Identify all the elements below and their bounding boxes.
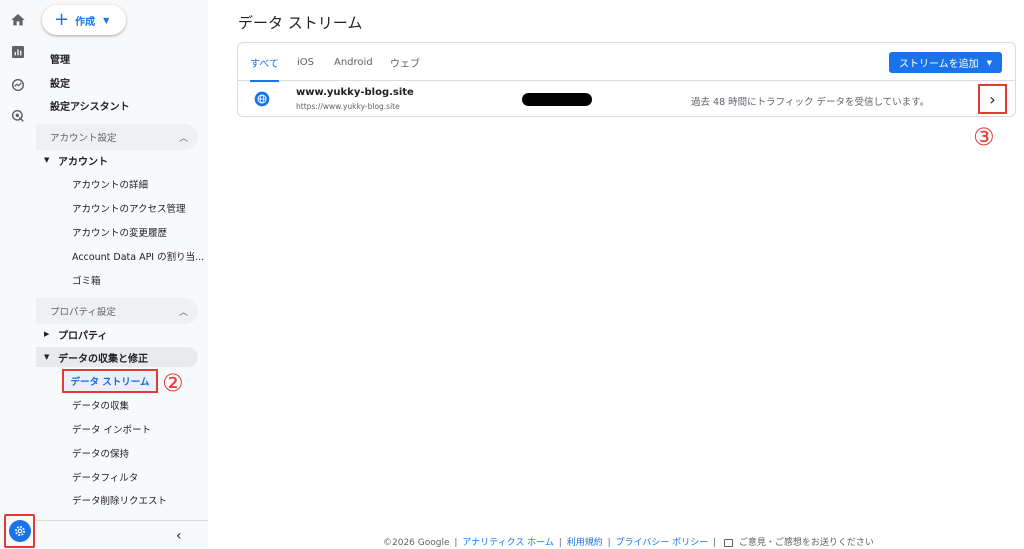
- nav-settings[interactable]: 設定: [50, 72, 70, 92]
- stream-name: www.yukky-blog.site: [296, 87, 414, 98]
- annotation-3: ③: [973, 123, 995, 151]
- nav-admin[interactable]: 管理: [50, 48, 70, 68]
- data-import[interactable]: データ インポート: [72, 419, 151, 439]
- footer-copyright: ©2026 Google: [383, 538, 450, 548]
- annotation-2: ②: [162, 369, 184, 397]
- data-streams-nav-item[interactable]: データ ストリーム: [62, 369, 158, 393]
- footer-feedback[interactable]: ご意見・ご感想をお送りください: [739, 538, 874, 548]
- triangle-down-icon: ▼: [44, 353, 50, 361]
- add-stream-button[interactable]: ストリームを追加 ▼: [889, 52, 1002, 73]
- add-stream-label: ストリームを追加: [898, 59, 979, 70]
- tree-data-collection-label: データの収集と修正: [58, 353, 148, 365]
- globe-icon: [254, 91, 270, 107]
- caret-down-icon: ▼: [986, 58, 993, 67]
- footer-link-terms[interactable]: 利用規約: [567, 538, 603, 548]
- stream-tabs: すべて iOS Android ウェブ ストリームを追加 ▼: [238, 43, 1015, 82]
- triangle-down-icon: ▼: [44, 156, 50, 164]
- tab-web[interactable]: ウェブ: [390, 43, 420, 81]
- advertising-icon[interactable]: [6, 104, 30, 128]
- tree-account-label: アカウント: [58, 156, 108, 168]
- create-button[interactable]: + 作成 ▼: [42, 5, 126, 35]
- stream-status: 過去 48 時間にトラフィック データを受信しています。: [691, 97, 930, 108]
- tab-all[interactable]: すべて: [250, 43, 279, 82]
- gear-icon: [8, 520, 31, 542]
- feedback-icon: [724, 538, 734, 547]
- settings-button[interactable]: [4, 514, 35, 548]
- tree-property-label: プロパティ: [58, 330, 108, 342]
- tree-account[interactable]: ▼ アカウント: [44, 150, 108, 170]
- property-settings-header[interactable]: プロパティ設定 ︿: [36, 298, 198, 324]
- chevron-right-icon: ›: [989, 89, 996, 109]
- create-button-label: 作成: [75, 16, 96, 28]
- tree-data-collection[interactable]: ▼ データの収集と修正: [36, 347, 198, 367]
- stream-url: https://www.yukky-blog.site: [296, 102, 400, 111]
- nav-setup-assistant[interactable]: 設定アシスタント: [50, 95, 130, 115]
- reports-icon[interactable]: [6, 40, 30, 64]
- account-data-api-quota[interactable]: Account Data API の割り当...: [72, 246, 204, 266]
- data-collection[interactable]: データの収集: [72, 395, 129, 415]
- chevron-up-icon: ︿: [178, 308, 188, 318]
- footer: ©2026 Google | アナリティクス ホーム | 利用規約 | プライバ…: [383, 538, 874, 548]
- left-rail: [0, 0, 36, 549]
- home-icon[interactable]: [6, 8, 30, 32]
- account-details[interactable]: アカウントの詳細: [72, 174, 148, 194]
- tab-ios[interactable]: iOS: [297, 43, 314, 81]
- triangle-right-icon: ▶: [44, 330, 50, 338]
- tab-android[interactable]: Android: [334, 43, 373, 81]
- property-settings-label: プロパティ設定: [50, 307, 116, 318]
- plus-icon: +: [54, 9, 70, 30]
- footer-link-analytics-home[interactable]: アナリティクス ホーム: [462, 538, 554, 548]
- account-access-management[interactable]: アカウントのアクセス管理: [72, 198, 186, 218]
- data-deletion-requests[interactable]: データ削除リクエスト: [72, 490, 167, 510]
- data-retention[interactable]: データの保持: [72, 443, 129, 463]
- admin-sidebar: + 作成 ▼ 管理 設定 設定アシスタント アカウント設定 ︿ ▼ アカウント …: [36, 0, 208, 549]
- account-settings-label: アカウント設定: [50, 133, 117, 144]
- caret-down-icon: ▼: [103, 15, 110, 25]
- stream-details-button[interactable]: ›: [978, 84, 1007, 114]
- stream-row[interactable]: www.yukky-blog.site https://www.yukky-bl…: [238, 81, 1015, 118]
- chevron-up-icon: ︿: [178, 134, 188, 144]
- collapse-sidebar-icon[interactable]: ‹: [176, 528, 182, 544]
- sidebar-divider: [36, 520, 208, 521]
- redacted-stream-id: [522, 93, 592, 106]
- data-filters[interactable]: データフィルタ: [72, 467, 138, 487]
- account-settings-header[interactable]: アカウント設定 ︿: [36, 124, 198, 150]
- footer-link-privacy[interactable]: プライバシー ポリシー: [616, 538, 709, 548]
- page-title: データ ストリーム: [238, 14, 363, 32]
- account-change-history[interactable]: アカウントの変更履歴: [72, 222, 167, 242]
- trash-can[interactable]: ゴミ箱: [72, 270, 101, 290]
- tree-property[interactable]: ▶ プロパティ: [44, 324, 107, 344]
- main-content: データ ストリーム すべて iOS Android ウェブ ストリームを追加 ▼…: [208, 0, 1024, 549]
- explore-icon[interactable]: [6, 73, 30, 97]
- streams-card: すべて iOS Android ウェブ ストリームを追加 ▼ www.yukky…: [237, 42, 1016, 117]
